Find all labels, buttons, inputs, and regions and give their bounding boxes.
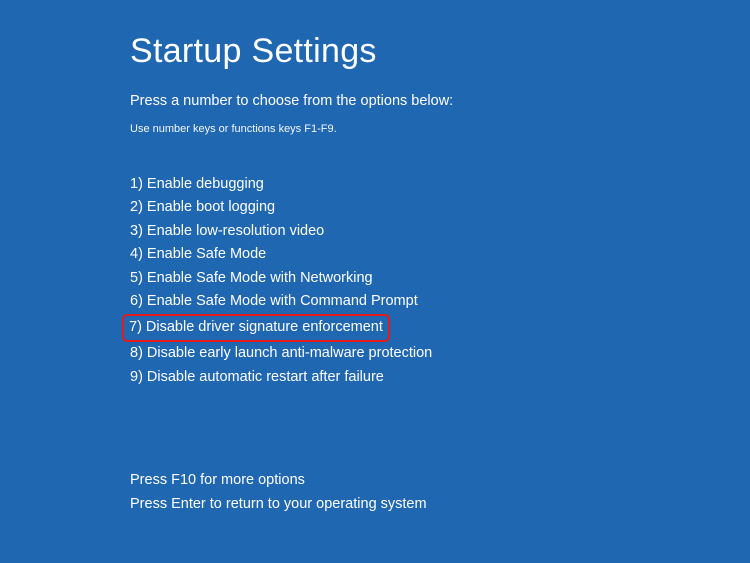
- option-1[interactable]: 1) Enable debugging: [130, 173, 264, 196]
- option-4[interactable]: 4) Enable Safe Mode: [130, 243, 266, 266]
- more-options-text: Press F10 for more options: [130, 469, 750, 492]
- page-title: Startup Settings: [130, 32, 750, 71]
- instruction-text: Press a number to choose from the option…: [130, 93, 750, 109]
- return-text: Press Enter to return to your operating …: [130, 493, 750, 516]
- footer-instructions: Press F10 for more options Press Enter t…: [130, 469, 750, 516]
- startup-options-list: 1) Enable debugging 2) Enable boot loggi…: [130, 173, 750, 389]
- option-6[interactable]: 6) Enable Safe Mode with Command Prompt: [130, 290, 418, 313]
- option-5[interactable]: 5) Enable Safe Mode with Networking: [130, 267, 373, 290]
- option-3[interactable]: 3) Enable low-resolution video: [130, 220, 324, 243]
- option-2[interactable]: 2) Enable boot logging: [130, 196, 275, 219]
- option-9[interactable]: 9) Disable automatic restart after failu…: [130, 366, 384, 389]
- option-7-highlighted[interactable]: 7) Disable driver signature enforcement: [122, 314, 390, 342]
- hint-text: Use number keys or functions keys F1-F9.: [130, 123, 750, 135]
- option-8[interactable]: 8) Disable early launch anti-malware pro…: [130, 342, 432, 365]
- startup-settings-screen: Startup Settings Press a number to choos…: [0, 0, 750, 516]
